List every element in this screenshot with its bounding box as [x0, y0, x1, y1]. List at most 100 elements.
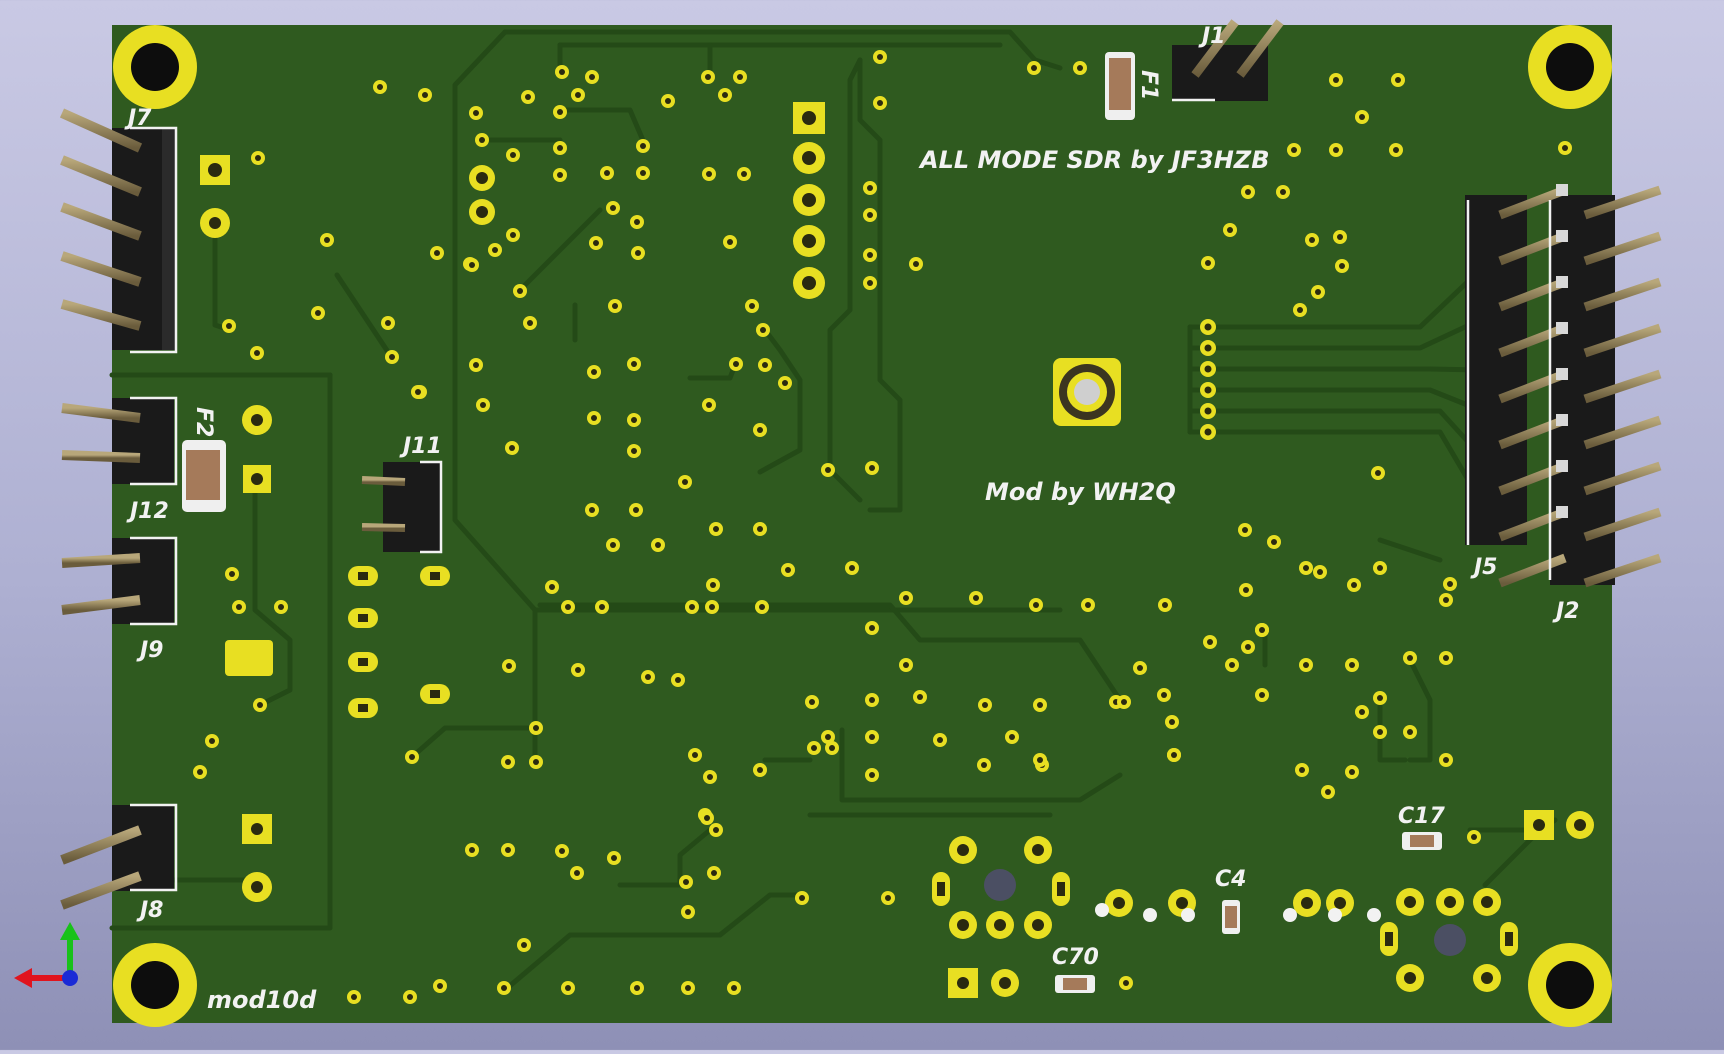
via-drill [885, 895, 891, 901]
pad-column-drill [802, 276, 816, 290]
pad-tht-drill [1113, 897, 1125, 909]
ref-j11: J11 [399, 434, 442, 459]
via-drill [229, 571, 235, 577]
via-drill [1259, 627, 1265, 633]
pad-tht-drill [957, 844, 969, 856]
pad-tht-drill [1404, 972, 1416, 984]
via-drill [749, 303, 755, 309]
via-drill [480, 402, 486, 408]
via-drill [599, 604, 605, 610]
via-drill [533, 725, 539, 731]
via-drill [1471, 834, 1477, 840]
via-drill [1137, 665, 1143, 671]
ref-f2: F2 [191, 407, 216, 437]
via-drill [917, 694, 923, 700]
via-drill [757, 526, 763, 532]
via-drill [665, 98, 671, 104]
ref-j9: J9 [136, 638, 164, 663]
via-drill [1395, 77, 1401, 83]
via-drill [631, 448, 637, 454]
via-drill [527, 320, 533, 326]
smd-dot [1367, 908, 1381, 922]
pad-tht-drill [1032, 919, 1044, 931]
via-drill [685, 909, 691, 915]
via-drill [711, 870, 717, 876]
via-drill [849, 565, 855, 571]
via-drill [533, 759, 539, 765]
via-drill [675, 677, 681, 683]
pad-tht-drill [1481, 896, 1493, 908]
via-drill [640, 170, 646, 176]
via-drill [591, 415, 597, 421]
via-drill [254, 350, 260, 356]
via-drill [631, 361, 637, 367]
via-drill [782, 380, 788, 386]
via-drill [565, 604, 571, 610]
via-drill [351, 994, 357, 1000]
via-drill [645, 674, 651, 680]
via-drill [278, 604, 284, 610]
pad-j7-rd [200, 208, 230, 238]
via-drill [1325, 789, 1331, 795]
via-drill [1242, 527, 1248, 533]
via-drill [1317, 569, 1323, 575]
via-drill [1037, 757, 1043, 763]
via-drill [973, 595, 979, 601]
via-drill [1243, 587, 1249, 593]
via-drill [1162, 602, 1168, 608]
j12-header[interactable] [61, 398, 174, 484]
ref-j1: J1 [1198, 24, 1226, 49]
smd-dot [1143, 908, 1157, 922]
via-drill [706, 171, 712, 177]
ref-j2: J2 [1552, 599, 1580, 624]
via-drill [760, 327, 766, 333]
via-drill [257, 702, 263, 708]
pad-j8-rd [242, 872, 272, 902]
pad-tht-drill [1032, 844, 1044, 856]
pad-tht-drill [999, 977, 1011, 989]
via-drill [727, 239, 733, 245]
ref-f1: F1 [1136, 70, 1161, 100]
via-drill [473, 110, 479, 116]
via-drill [1562, 145, 1568, 151]
via-drill [469, 262, 475, 268]
via-drill [1349, 662, 1355, 668]
via-drill [1309, 237, 1315, 243]
edge-pad-drill [1204, 428, 1212, 436]
pcb-board [112, 25, 1612, 1023]
j9-header[interactable] [61, 538, 174, 624]
via-drill [1333, 147, 1339, 153]
via-drill [1303, 565, 1309, 571]
via-drill [209, 738, 215, 744]
via-drill [633, 507, 639, 513]
pcb-3d-viewer[interactable]: ALL MODE SDR by JF3HZB Mod by WH2Q mod10… [0, 0, 1724, 1050]
ref-c70: C70 [1052, 945, 1099, 970]
via-drill [377, 84, 383, 90]
via-drill [713, 526, 719, 532]
via-drill [685, 985, 691, 991]
via-drill [631, 417, 637, 423]
via-drill [709, 604, 715, 610]
via-drill [1245, 189, 1251, 195]
via-drill [1085, 602, 1091, 608]
via-drill [867, 252, 873, 258]
via-drill [937, 737, 943, 743]
via-drill [757, 767, 763, 773]
via-drill [1123, 980, 1129, 986]
via-drill [1443, 655, 1449, 661]
via-drill [869, 625, 875, 631]
board-title: ALL MODE SDR by JF3HZB [918, 146, 1270, 174]
via-drill [1009, 734, 1015, 740]
via-drill [559, 848, 565, 854]
via-drill [389, 354, 395, 360]
via-drill [634, 219, 640, 225]
j7-header[interactable] [59, 108, 176, 350]
via-drill [731, 985, 737, 991]
pin-tip [1556, 368, 1568, 380]
ref-j7: J7 [124, 106, 152, 131]
j5-header[interactable] [1465, 195, 1527, 545]
pcb-render[interactable]: ALL MODE SDR by JF3HZB Mod by WH2Q mod10… [0, 0, 1724, 1050]
f1-fuse [1105, 52, 1135, 120]
via-drill [869, 734, 875, 740]
via-drill [1377, 729, 1383, 735]
